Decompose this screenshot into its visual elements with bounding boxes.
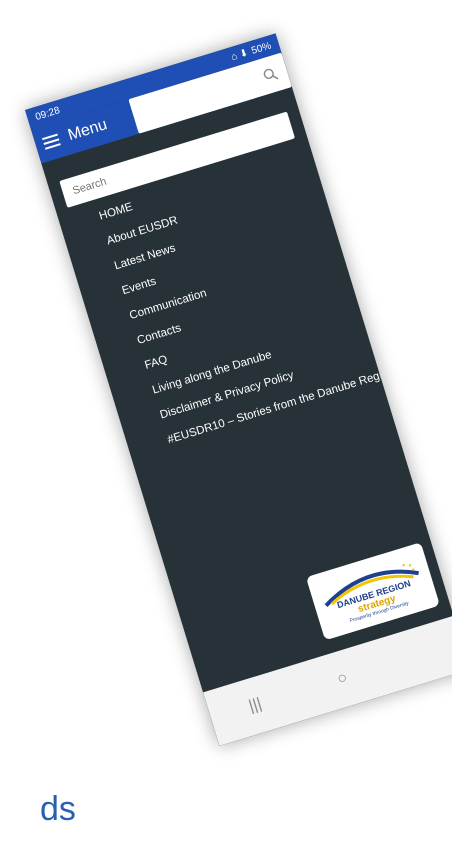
home-button[interactable]: ○ (335, 669, 350, 689)
recent-apps-button[interactable]: ||| (247, 695, 264, 716)
status-left-icons: ⌂ ⬇ (229, 47, 250, 63)
background-text: ds (40, 790, 76, 828)
battery-level: 50% (250, 40, 273, 57)
status-time: 09:28 (33, 104, 62, 123)
phone-screenshot: 09:28 ⌂ ⬇ 50% Menu HOME About EUSDR Late… (25, 33, 452, 746)
hamburger-icon[interactable] (42, 133, 61, 150)
menu-title: Menu (65, 116, 110, 145)
search-icon[interactable] (262, 66, 279, 83)
